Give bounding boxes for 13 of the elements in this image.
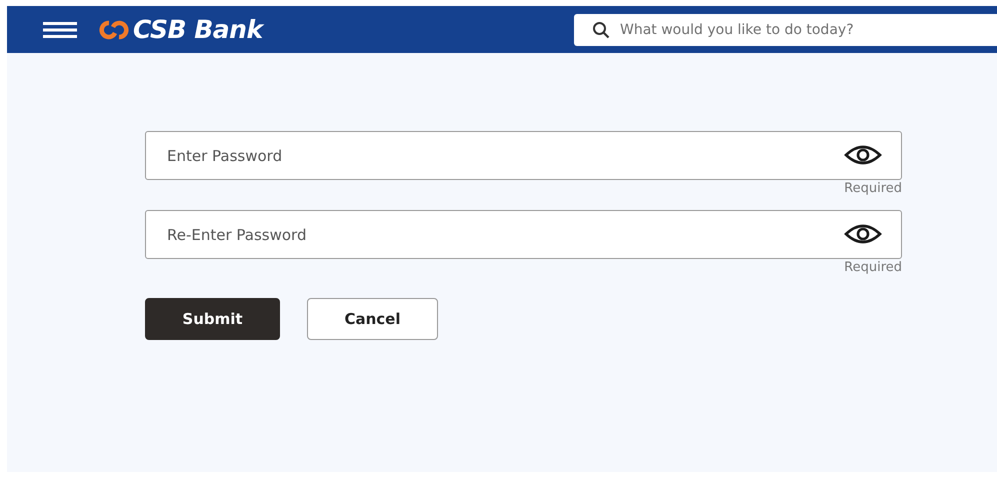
eye-icon[interactable] <box>844 224 882 244</box>
search-field[interactable]: What would you like to do today? <box>574 14 997 46</box>
brand-name: CSB Bank <box>133 15 263 44</box>
menu-icon[interactable] <box>43 22 77 38</box>
required-hint: Required <box>844 181 902 196</box>
password-field[interactable]: Enter Password <box>145 131 902 180</box>
cancel-button[interactable]: Cancel <box>307 298 438 340</box>
eye-icon[interactable] <box>844 145 882 165</box>
logo-icon <box>97 18 131 40</box>
search-icon <box>592 20 610 38</box>
password-field[interactable]: Re-Enter Password <box>145 210 902 259</box>
submit-button[interactable]: Submit <box>145 298 280 340</box>
required-hint: Required <box>844 260 902 275</box>
